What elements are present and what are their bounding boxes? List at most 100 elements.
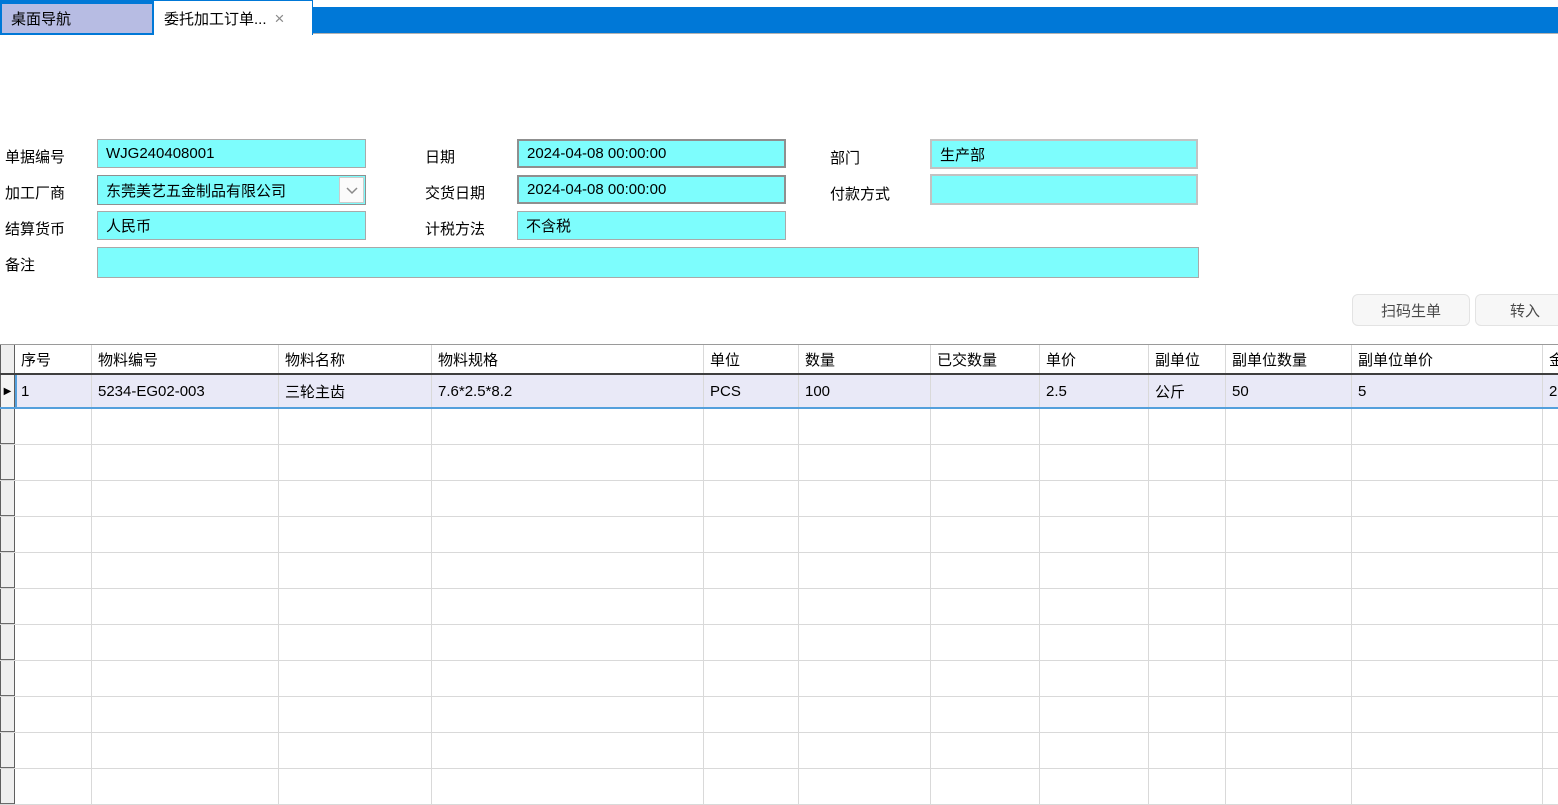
grid-cell[interactable] — [1543, 733, 1558, 768]
grid-cell[interactable] — [1352, 625, 1543, 660]
grid-cell[interactable] — [92, 481, 279, 516]
grid-cell[interactable] — [1226, 517, 1352, 552]
grid-cell[interactable] — [1226, 697, 1352, 732]
payment-method-field[interactable] — [930, 174, 1198, 205]
grid-cell[interactable] — [1352, 553, 1543, 588]
grid-cell[interactable] — [1543, 445, 1558, 480]
cell-qty[interactable]: 100 — [799, 375, 931, 407]
grid-cell[interactable] — [704, 661, 799, 696]
grid-cell[interactable] — [432, 517, 704, 552]
grid-cell[interactable] — [279, 553, 432, 588]
cell-delivered-qty[interactable] — [931, 375, 1040, 407]
grid-cell[interactable] — [1149, 733, 1226, 768]
grid-cell[interactable] — [1226, 553, 1352, 588]
grid-cell[interactable] — [1226, 733, 1352, 768]
grid-cell[interactable] — [931, 553, 1040, 588]
grid-cell[interactable] — [15, 517, 92, 552]
grid-cell[interactable] — [1543, 517, 1558, 552]
grid-cell[interactable] — [1040, 517, 1149, 552]
grid-cell[interactable] — [1226, 625, 1352, 660]
grid-cell[interactable] — [432, 589, 704, 624]
grid-cell[interactable] — [92, 769, 279, 804]
grid-cell[interactable] — [279, 517, 432, 552]
grid-cell[interactable] — [704, 409, 799, 444]
grid-cell[interactable] — [799, 409, 931, 444]
grid-cell[interactable] — [931, 625, 1040, 660]
tax-method-field[interactable]: 不含税 — [517, 211, 786, 240]
grid-cell[interactable] — [931, 697, 1040, 732]
grid-cell[interactable] — [704, 625, 799, 660]
grid-cell[interactable] — [1040, 769, 1149, 804]
grid-cell[interactable] — [1352, 661, 1543, 696]
grid-cell[interactable] — [432, 625, 704, 660]
grid-cell[interactable] — [1149, 625, 1226, 660]
grid-cell[interactable] — [1226, 409, 1352, 444]
grid-cell[interactable] — [931, 409, 1040, 444]
row-marker-cell[interactable]: ▶ — [0, 375, 15, 407]
cell-spec[interactable]: 7.6*2.5*8.2 — [432, 375, 704, 407]
grid-cell[interactable] — [1543, 589, 1558, 624]
grid-cell[interactable] — [1352, 445, 1543, 480]
grid-cell[interactable] — [92, 625, 279, 660]
grid-cell[interactable] — [15, 445, 92, 480]
vendor-dropdown-button[interactable] — [339, 177, 364, 203]
grid-cell[interactable] — [1149, 445, 1226, 480]
grid-cell[interactable] — [1226, 481, 1352, 516]
vendor-combobox[interactable]: 东莞美艺五金制品有限公司 — [97, 175, 366, 205]
grid-cell[interactable] — [1040, 445, 1149, 480]
grid-cell[interactable] — [1149, 481, 1226, 516]
tab-desktop-navigation[interactable]: 桌面导航 — [2, 4, 152, 33]
grid-cell[interactable] — [432, 661, 704, 696]
grid-cell[interactable] — [1543, 409, 1558, 444]
grid-cell[interactable] — [92, 589, 279, 624]
grid-cell[interactable] — [799, 697, 931, 732]
grid-cell[interactable] — [1149, 589, 1226, 624]
grid-cell[interactable] — [92, 445, 279, 480]
grid-cell[interactable] — [704, 769, 799, 804]
cell-material-name[interactable]: 三轮主齿 — [279, 375, 432, 407]
grid-cell[interactable] — [92, 661, 279, 696]
grid-cell[interactable] — [1226, 661, 1352, 696]
grid-cell[interactable] — [704, 517, 799, 552]
grid-cell[interactable] — [1352, 733, 1543, 768]
grid-cell[interactable] — [799, 553, 931, 588]
grid-cell[interactable] — [1543, 481, 1558, 516]
grid-cell[interactable] — [15, 661, 92, 696]
grid-cell[interactable] — [432, 553, 704, 588]
grid-cell[interactable] — [279, 697, 432, 732]
grid-cell[interactable] — [1149, 697, 1226, 732]
grid-cell[interactable] — [799, 625, 931, 660]
grid-cell[interactable] — [15, 769, 92, 804]
grid-cell[interactable] — [704, 589, 799, 624]
grid-cell[interactable] — [931, 517, 1040, 552]
grid-cell[interactable] — [279, 661, 432, 696]
grid-cell[interactable] — [1226, 589, 1352, 624]
grid-cell[interactable] — [92, 733, 279, 768]
grid-cell[interactable] — [92, 697, 279, 732]
grid-cell[interactable] — [15, 625, 92, 660]
grid-cell[interactable] — [1149, 409, 1226, 444]
grid-cell[interactable] — [432, 481, 704, 516]
doc-no-field[interactable]: WJG240408001 — [97, 139, 366, 168]
grid-cell[interactable] — [15, 409, 92, 444]
grid-cell[interactable] — [1040, 481, 1149, 516]
transfer-in-button[interactable]: 转入 — [1475, 294, 1558, 326]
grid-cell[interactable] — [1352, 481, 1543, 516]
grid-cell[interactable] — [1149, 553, 1226, 588]
grid-cell[interactable] — [799, 445, 931, 480]
grid-cell[interactable] — [704, 553, 799, 588]
date-field[interactable]: 2024-04-08 00:00:00 — [517, 139, 786, 168]
grid-cell[interactable] — [931, 733, 1040, 768]
scan-create-order-button[interactable]: 扫码生单 — [1352, 294, 1470, 326]
grid-cell[interactable] — [1149, 661, 1226, 696]
grid-cell[interactable] — [432, 409, 704, 444]
grid-cell[interactable] — [704, 733, 799, 768]
grid-cell[interactable] — [432, 733, 704, 768]
grid-cell[interactable] — [432, 769, 704, 804]
grid-cell[interactable] — [1040, 625, 1149, 660]
grid-cell[interactable] — [1040, 661, 1149, 696]
grid-cell[interactable] — [92, 409, 279, 444]
table-row[interactable]: ▶ 1 5234-EG02-003 三轮主齿 7.6*2.5*8.2 PCS 1… — [0, 375, 1558, 409]
grid-cell[interactable] — [1040, 733, 1149, 768]
grid-cell[interactable] — [15, 553, 92, 588]
